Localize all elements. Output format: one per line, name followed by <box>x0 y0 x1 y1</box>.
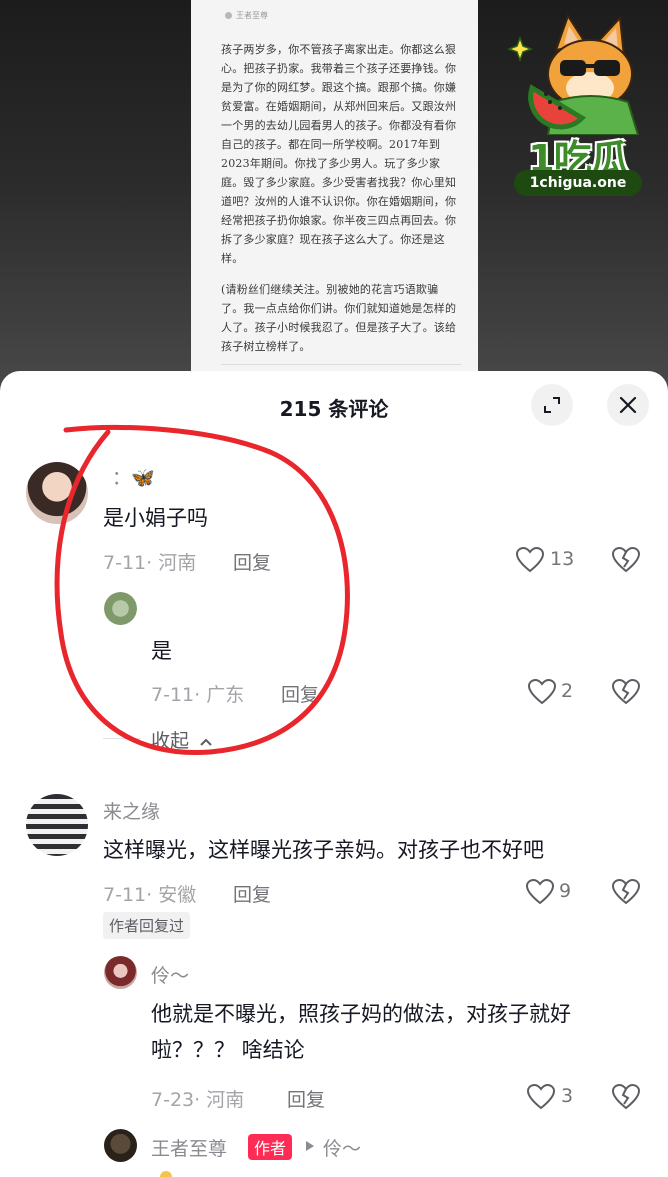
reply-username[interactable]: 王者至尊 <box>151 1134 227 1161</box>
reply-meta: 7-11· 广东 <box>151 680 244 707</box>
reply-to-username[interactable]: 伶～ <box>323 1134 361 1161</box>
chevron-up-icon <box>200 738 212 746</box>
dislike-heart-icon[interactable] <box>612 547 640 573</box>
comment-content: 这样曝光，这样曝光孩子亲妈。对孩子也不好吧 <box>103 838 544 862</box>
comment-date: 7-11 <box>103 884 147 906</box>
like-count: 9 <box>559 880 572 902</box>
comment-meta: 7-11· 河南 <box>103 548 196 575</box>
post-paragraph: 孩子两岁多，你不管孩子离家出走。你都这么狠心。把孩子扔家。我带着三个孩子还要挣钱… <box>221 43 457 265</box>
heart-icon[interactable] <box>526 879 554 905</box>
avatar[interactable] <box>104 592 137 625</box>
avatar[interactable] <box>104 956 137 989</box>
comment-date: 7-11 <box>103 552 147 574</box>
dislike-heart-icon[interactable] <box>612 1084 640 1110</box>
reply-username[interactable]: 伶～ <box>151 961 189 988</box>
reply-location: · 广东 <box>194 684 245 706</box>
play-arrow-icon <box>306 1141 314 1151</box>
post-divider <box>221 364 461 365</box>
comment-meta: 7-11· 安徽 <box>103 880 196 907</box>
post-card: 王者至尊 孩子两岁多，你不管孩子离家出走。你都这么狠心。把孩子扔家。我带着三个孩… <box>191 0 478 400</box>
heart-icon[interactable] <box>527 1084 555 1110</box>
dislike-heart-icon[interactable] <box>612 879 640 905</box>
post-author: 王者至尊 <box>225 8 458 22</box>
emoji-icon <box>160 1171 172 1177</box>
reply-content: 他就是不曝光，照孩子妈的做法，对孩子就好啦？？？ 啥结论 <box>151 1002 571 1062</box>
reply-button[interactable]: 回复 <box>233 880 271 907</box>
author-tag: 作者 <box>248 1134 293 1160</box>
avatar[interactable] <box>26 794 88 856</box>
post-author-name: 王者至尊 <box>236 10 268 20</box>
comment-username[interactable]: ：🦋 <box>112 463 155 490</box>
avatar[interactable] <box>104 1129 137 1162</box>
comment-content: 是小娟子吗 <box>103 506 208 530</box>
heart-icon[interactable] <box>528 679 556 705</box>
watermark-logo: 1吃瓜 1chigua.one <box>498 10 658 205</box>
author-replied-badge: 作者回复过 <box>103 912 191 939</box>
comment-location: · 河南 <box>146 552 197 574</box>
reply-button[interactable]: 回复 <box>281 680 319 707</box>
comment-sheet: 215 条评论 ：🦋 是小娟子吗 7-11· 河南 回复 13 是 7-11· … <box>0 371 668 1177</box>
reply-location: · 河南 <box>194 1089 245 1111</box>
author-avatar-icon <box>225 11 232 19</box>
watermark-site: 1chigua.one <box>514 170 642 196</box>
like-count: 3 <box>561 1085 574 1107</box>
like-count: 2 <box>561 680 574 702</box>
post-paragraph: (请粉丝们继续关注。别被她的花言巧语欺骗了。我一点点给你们讲。你们就知道她是怎样… <box>221 283 457 353</box>
like-count: 13 <box>550 548 575 570</box>
reply-button[interactable]: 回复 <box>287 1085 325 1112</box>
reply-date: 7-23 <box>151 1089 195 1111</box>
reply-button[interactable]: 回复 <box>233 548 271 575</box>
collapse-label: 收起 <box>151 730 190 752</box>
close-icon <box>619 396 637 414</box>
dislike-heart-icon[interactable] <box>612 679 640 705</box>
close-button[interactable] <box>607 384 649 426</box>
reply-meta: 7-23· 河南 <box>151 1085 244 1112</box>
comment-username[interactable]: 来之缘 <box>103 797 160 824</box>
heart-icon[interactable] <box>516 547 544 573</box>
expand-button[interactable] <box>531 384 573 426</box>
reply-date: 7-11 <box>151 684 195 706</box>
collapse-divider <box>103 738 141 739</box>
expand-icon <box>544 397 560 413</box>
comment-location: · 安徽 <box>146 884 197 906</box>
mascot-icon <box>506 13 640 136</box>
avatar[interactable] <box>26 462 88 524</box>
collapse-replies-button[interactable]: 收起 <box>151 726 213 753</box>
reply-content: 是 <box>151 639 172 663</box>
